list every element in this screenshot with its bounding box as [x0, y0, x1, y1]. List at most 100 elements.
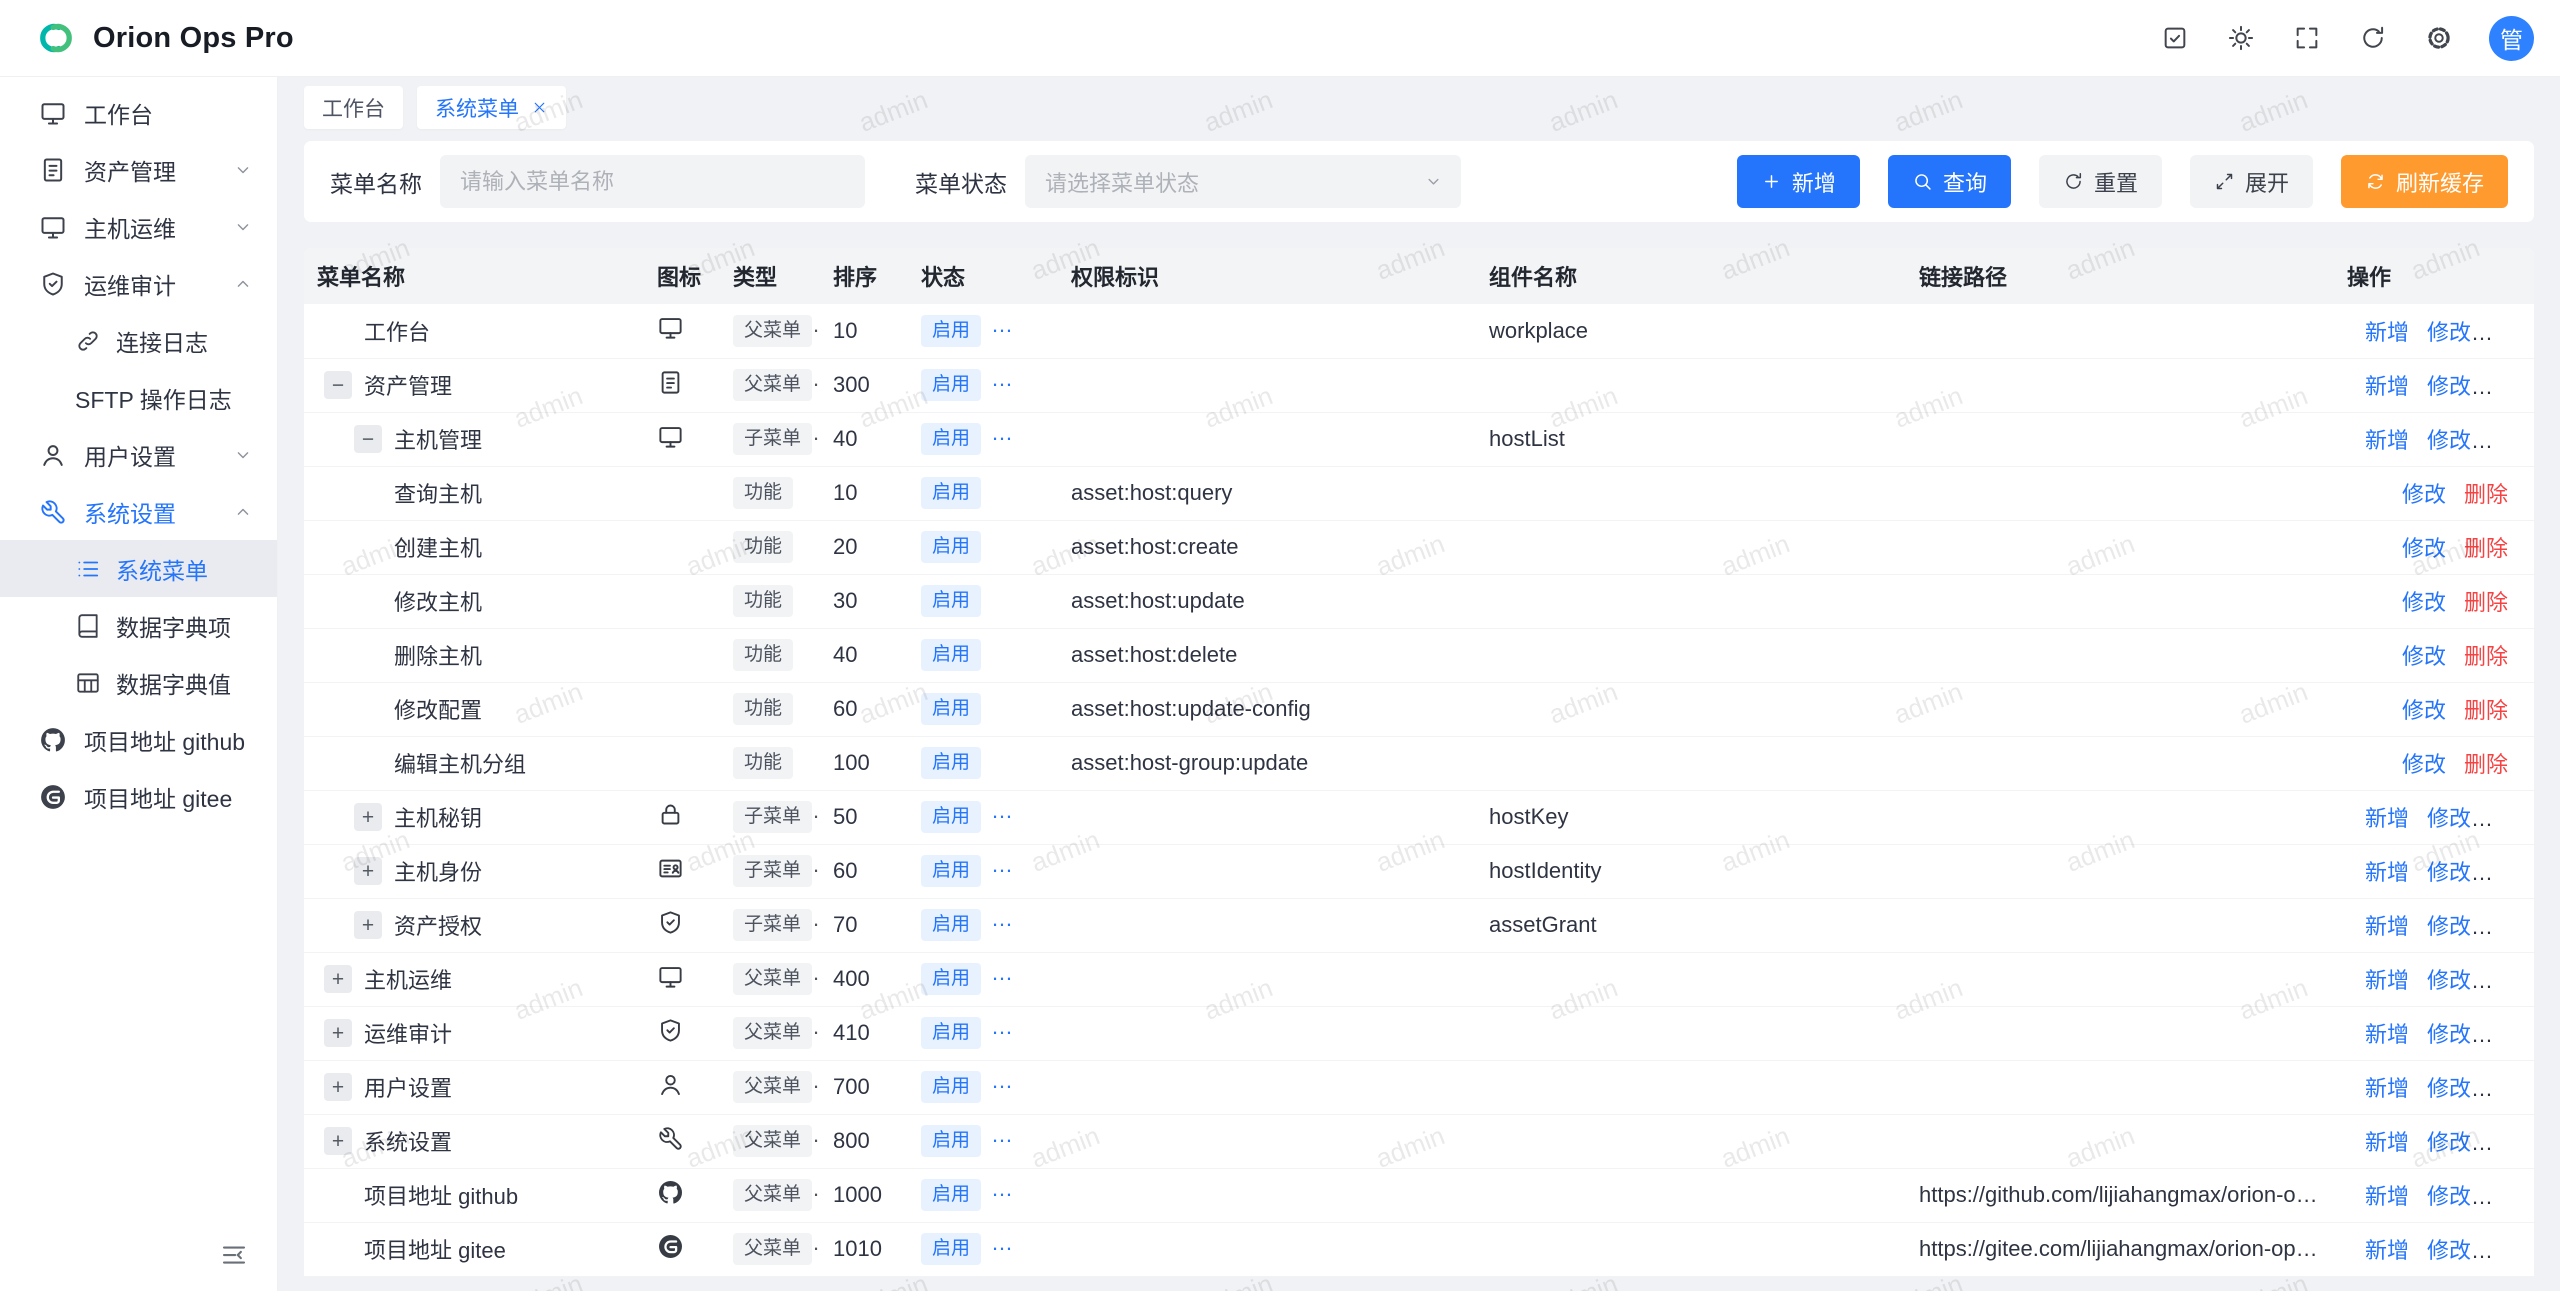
- update-action-link[interactable]: 修改: [2402, 482, 2446, 507]
- expand-row-toggle[interactable]: +: [324, 1019, 352, 1047]
- delete-action-link[interactable]: 删除: [2489, 806, 2533, 831]
- actions-cell: 新增修改删除: [2334, 1168, 2534, 1222]
- collapse-sidebar-icon[interactable]: [219, 1240, 249, 1270]
- add-button[interactable]: 新增: [1737, 155, 1860, 208]
- add-action-link[interactable]: 新增: [2365, 428, 2409, 453]
- delete-action-link[interactable]: 删除: [2489, 1076, 2533, 1101]
- expand-row-toggle[interactable]: +: [324, 1073, 352, 1101]
- add-action-link[interactable]: 新增: [2365, 860, 2409, 885]
- expand-row-toggle[interactable]: +: [324, 1127, 352, 1155]
- delete-action-link[interactable]: 删除: [2464, 698, 2508, 723]
- delete-action-link[interactable]: 删除: [2489, 374, 2533, 399]
- sidebar-item-2[interactable]: 主机运维: [0, 198, 277, 255]
- close-tab-icon[interactable]: [531, 99, 548, 116]
- sidebar-item-5[interactable]: 系统设置: [0, 483, 277, 540]
- update-action-link[interactable]: 修改: [2427, 860, 2471, 885]
- sidebar-subitem-5-2[interactable]: 数据字典值: [0, 654, 277, 711]
- reset-button[interactable]: 重置: [2039, 155, 2162, 208]
- type-cell: 功能: [720, 574, 820, 628]
- menu-status-select[interactable]: 请选择菜单状态: [1025, 155, 1461, 208]
- refresh-icon[interactable]: [2359, 24, 2387, 52]
- delete-action-link[interactable]: 删除: [2489, 428, 2533, 453]
- expand-row-toggle[interactable]: +: [324, 965, 352, 993]
- settings-icon[interactable]: [2425, 24, 2453, 52]
- sidebar-item-7[interactable]: 项目地址 gitee: [0, 768, 277, 825]
- check-panel-icon[interactable]: [2161, 24, 2189, 52]
- update-action-link[interactable]: 修改: [2427, 320, 2471, 345]
- add-action-link[interactable]: 新增: [2365, 320, 2409, 345]
- delete-action-link[interactable]: 删除: [2464, 644, 2508, 669]
- user-avatar[interactable]: 管: [2489, 16, 2534, 61]
- delete-action-link[interactable]: 删除: [2489, 914, 2533, 939]
- column-header-4: 状态: [908, 248, 1058, 304]
- delete-action-link[interactable]: 删除: [2489, 1184, 2533, 1209]
- add-action-link[interactable]: 新增: [2365, 1238, 2409, 1263]
- shield-icon: [657, 909, 684, 936]
- sidebar-subitem-5-0[interactable]: 系统菜单: [0, 540, 277, 597]
- sidebar-item-4[interactable]: 用户设置: [0, 426, 277, 483]
- expand-button[interactable]: 展开: [2190, 155, 2313, 208]
- delete-action-link[interactable]: 删除: [2489, 1130, 2533, 1155]
- menu-name-cell: +用户设置: [304, 1060, 644, 1114]
- status-tag: 启用: [921, 369, 981, 401]
- update-action-link[interactable]: 修改: [2427, 1076, 2471, 1101]
- tab-item-1[interactable]: 系统菜单: [417, 86, 566, 129]
- delete-action-link[interactable]: 删除: [2464, 482, 2508, 507]
- delete-action-link[interactable]: 删除: [2489, 968, 2533, 993]
- icon-cell: [644, 736, 720, 790]
- update-action-link[interactable]: 修改: [2402, 644, 2446, 669]
- add-action-link[interactable]: 新增: [2365, 1184, 2409, 1209]
- sidebar-item-3[interactable]: 运维审计: [0, 255, 277, 312]
- update-action-link[interactable]: 修改: [2427, 428, 2471, 453]
- delete-action-link[interactable]: 删除: [2464, 752, 2508, 777]
- update-action-link[interactable]: 修改: [2402, 752, 2446, 777]
- collapse-row-toggle[interactable]: −: [324, 371, 352, 399]
- add-action-link[interactable]: 新增: [2365, 806, 2409, 831]
- tab-item-0[interactable]: 工作台: [304, 86, 403, 129]
- delete-action-link[interactable]: 删除: [2489, 1022, 2533, 1047]
- update-action-link[interactable]: 修改: [2427, 1238, 2471, 1263]
- add-action-link[interactable]: 新增: [2365, 1022, 2409, 1047]
- update-action-link[interactable]: 修改: [2427, 1130, 2471, 1155]
- update-action-link[interactable]: 修改: [2402, 698, 2446, 723]
- theme-icon[interactable]: [2227, 24, 2255, 52]
- delete-action-link[interactable]: 删除: [2464, 590, 2508, 615]
- delete-action-link[interactable]: 删除: [2489, 860, 2533, 885]
- menu-name-cell: 项目地址 gitee: [304, 1222, 644, 1276]
- sidebar-item-0[interactable]: 工作台: [0, 84, 277, 141]
- delete-action-link[interactable]: 删除: [2489, 1238, 2533, 1263]
- component-cell: assetGrant: [1476, 898, 1906, 952]
- logo-area[interactable]: Orion Ops Pro: [33, 15, 294, 61]
- add-action-link[interactable]: 新增: [2365, 1130, 2409, 1155]
- sidebar-item-6[interactable]: 项目地址 github: [0, 711, 277, 768]
- sidebar-subitem-3-0[interactable]: 连接日志: [0, 312, 277, 369]
- perm-cell: [1058, 952, 1476, 1006]
- refresh-cache-button[interactable]: 刷新缓存: [2341, 155, 2508, 208]
- delete-action-link[interactable]: 删除: [2464, 536, 2508, 561]
- update-action-link[interactable]: 修改: [2427, 806, 2471, 831]
- sidebar-subitem-5-1[interactable]: 数据字典项: [0, 597, 277, 654]
- fullscreen-icon[interactable]: [2293, 24, 2321, 52]
- expand-row-toggle[interactable]: +: [354, 803, 382, 831]
- collapse-row-toggle[interactable]: −: [354, 425, 382, 453]
- update-action-link[interactable]: 修改: [2427, 914, 2471, 939]
- expand-row-toggle[interactable]: +: [354, 857, 382, 885]
- add-action-link[interactable]: 新增: [2365, 914, 2409, 939]
- add-action-link[interactable]: 新增: [2365, 968, 2409, 993]
- update-action-link[interactable]: 修改: [2427, 1184, 2471, 1209]
- delete-action-link[interactable]: 删除: [2489, 320, 2533, 345]
- component-cell: [1476, 574, 1906, 628]
- update-action-link[interactable]: 修改: [2427, 1022, 2471, 1047]
- query-button[interactable]: 查询: [1888, 155, 2011, 208]
- update-action-link[interactable]: 修改: [2427, 968, 2471, 993]
- update-action-link[interactable]: 修改: [2427, 374, 2471, 399]
- update-action-link[interactable]: 修改: [2402, 536, 2446, 561]
- update-action-link[interactable]: 修改: [2402, 590, 2446, 615]
- link-cell: [1906, 736, 2334, 790]
- sidebar-subitem-3-1[interactable]: SFTP 操作日志: [0, 369, 277, 426]
- add-action-link[interactable]: 新增: [2365, 1076, 2409, 1101]
- expand-row-toggle[interactable]: +: [354, 911, 382, 939]
- sidebar-item-1[interactable]: 资产管理: [0, 141, 277, 198]
- add-action-link[interactable]: 新增: [2365, 374, 2409, 399]
- menu-name-input[interactable]: [440, 155, 865, 208]
